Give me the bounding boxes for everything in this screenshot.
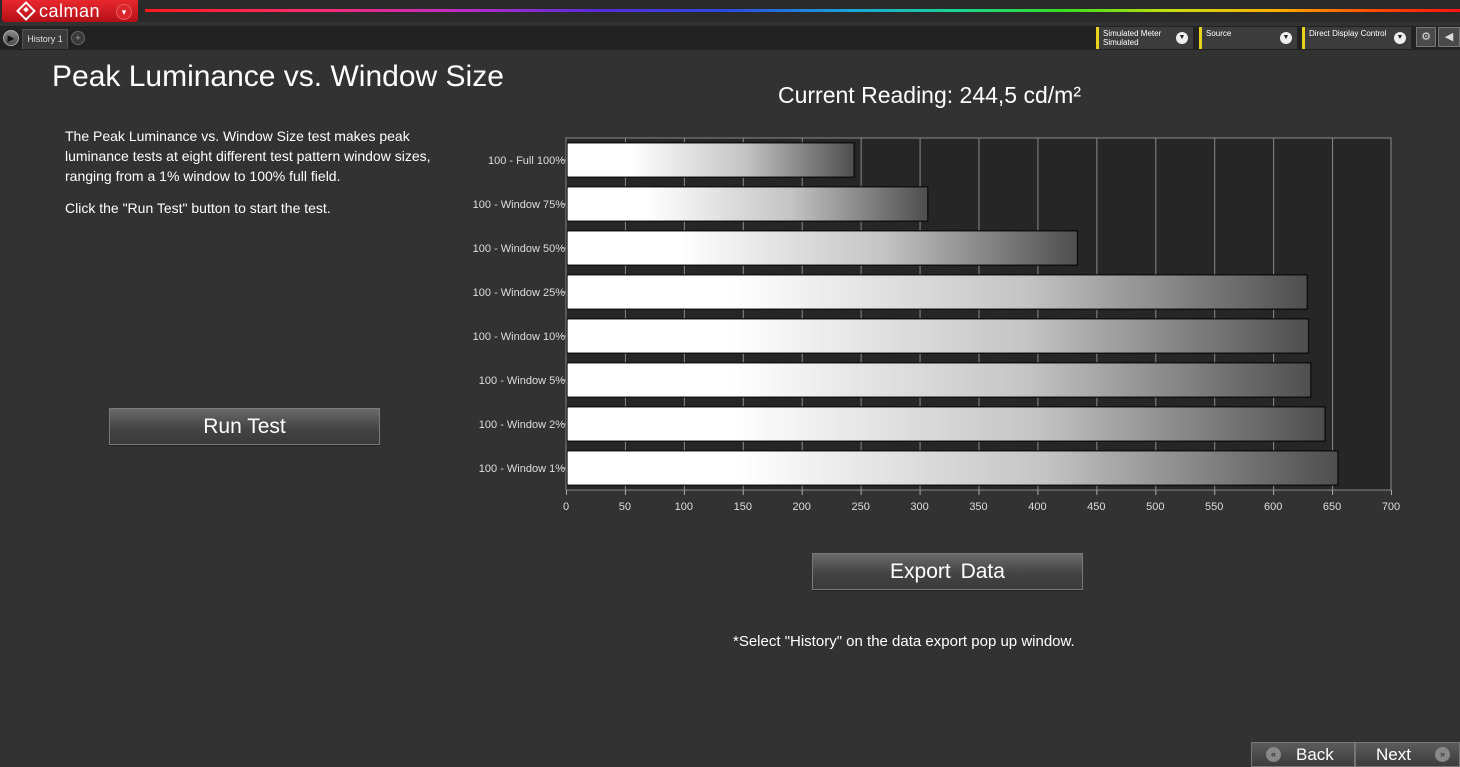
export-data-button[interactable]: Export Data <box>812 553 1083 590</box>
tab-bar: ▶ History 1 + Simulated Meter Simulated … <box>0 26 1460 50</box>
x-tick-label: 350 <box>969 501 987 513</box>
category-label: 100 - Window 5% <box>479 375 565 387</box>
page-title: Peak Luminance vs. Window Size <box>52 60 504 93</box>
tab-history[interactable]: History 1 <box>22 29 68 49</box>
bar <box>566 186 929 222</box>
x-tick-label: 300 <box>910 501 928 513</box>
category-label: 100 - Window 50% <box>473 243 566 255</box>
chevron-down-icon: ▼ <box>1176 32 1188 44</box>
next-label: Next <box>1376 745 1411 764</box>
title-bar: calman ▾ <box>0 0 1460 22</box>
x-tick-label: 150 <box>734 501 752 513</box>
bar <box>566 406 1326 442</box>
luminance-chart: 0 50 100 150 200 250 300 350 400 450 500 550 600 650 7… <box>473 137 1400 513</box>
category-label: 100 - Window 10% <box>473 331 566 343</box>
x-tick-label: 50 <box>619 501 631 513</box>
gear-icon: ⚙ <box>1421 31 1431 43</box>
x-tick-label: 650 <box>1323 501 1341 513</box>
chevron-down-icon: ▼ <box>1394 32 1406 44</box>
expand-panel-button[interactable]: ▶ <box>3 30 19 46</box>
category-label: 100 - Window 75% <box>473 199 566 211</box>
x-tick-label: 400 <box>1028 501 1046 513</box>
x-tick-label: 0 <box>563 501 569 513</box>
back-button[interactable]: « Back <box>1251 742 1355 767</box>
instruction-text: Click the "Run Test" button to start the… <box>65 200 331 216</box>
category-label: 100 - Window 2% <box>479 419 565 431</box>
plus-icon: + <box>75 33 81 43</box>
x-tick-label: 100 <box>675 501 693 513</box>
category-label: 100 - Window 25% <box>473 287 566 299</box>
description: The Peak Luminance vs. Window Size test … <box>65 126 437 230</box>
description-text: The Peak Luminance vs. Window Size test … <box>65 128 431 184</box>
x-tick-label: 600 <box>1264 501 1282 513</box>
run-test-button[interactable]: Run Test <box>109 408 380 445</box>
footnote: *Select "History" on the data export pop… <box>733 633 1075 650</box>
settings-button[interactable]: ⚙ <box>1416 27 1436 47</box>
logo-text: calman <box>39 0 101 21</box>
category-label: 100 - Full 100% <box>488 155 565 167</box>
chevron-down-icon: ▼ <box>1280 32 1292 44</box>
x-tick-label: 550 <box>1205 501 1223 513</box>
double-chevron-left-icon: « <box>1266 747 1281 762</box>
next-button[interactable]: Next » <box>1355 742 1460 767</box>
bar <box>566 142 855 178</box>
chevron-down-icon: ▾ <box>116 4 132 20</box>
spectrum-bar <box>145 9 1460 12</box>
source-dropdown[interactable]: Source ▼ <box>1199 27 1297 49</box>
x-tick-label: 700 <box>1382 501 1400 513</box>
bar <box>566 450 1339 486</box>
x-tick-label: 200 <box>793 501 811 513</box>
calman-menu-button[interactable]: calman ▾ <box>2 0 138 22</box>
x-tick-label: 500 <box>1146 501 1164 513</box>
x-tick-label: 250 <box>851 501 869 513</box>
display-control-dropdown[interactable]: Direct Display Control ▼ <box>1302 27 1411 49</box>
double-chevron-right-icon: » <box>1435 747 1450 762</box>
bar <box>566 362 1312 398</box>
current-reading: Current Reading: 244,5 cd/m² <box>778 82 1081 108</box>
navigation-bar: « Back Next » <box>1251 742 1460 767</box>
x-tick-label: 450 <box>1087 501 1105 513</box>
collapse-panel-button[interactable]: ◀ <box>1438 27 1460 47</box>
add-tab-button[interactable]: + <box>71 31 85 45</box>
back-label: Back <box>1296 745 1334 764</box>
bar <box>566 318 1310 354</box>
meter-dropdown[interactable]: Simulated Meter Simulated ▼ <box>1096 27 1193 49</box>
chevron-left-icon: ◀ <box>1444 31 1454 43</box>
category-label: 100 - Window 1% <box>479 463 565 475</box>
calman-logo-icon <box>16 1 36 21</box>
play-icon: ▶ <box>7 33 15 43</box>
bar <box>566 274 1308 310</box>
bar <box>566 230 1079 266</box>
